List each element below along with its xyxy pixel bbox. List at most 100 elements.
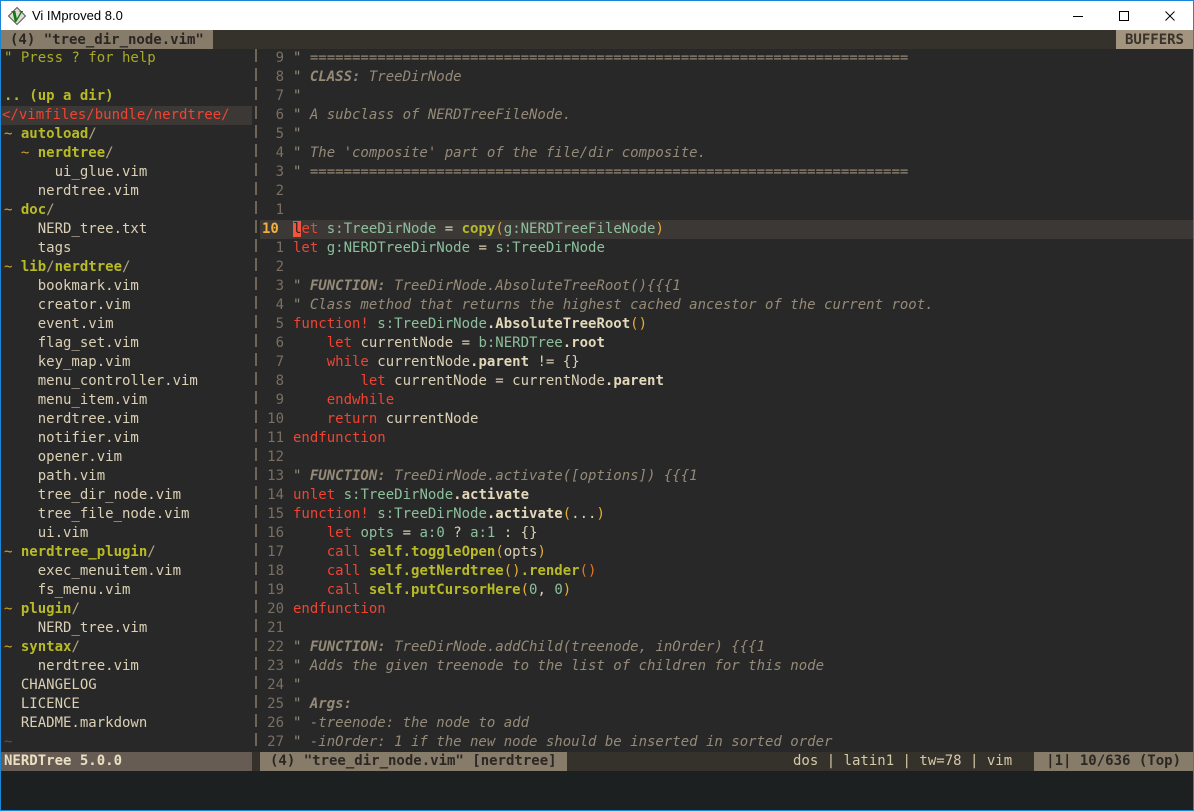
tree-node[interactable]: nerdtree.vim <box>1 410 252 429</box>
code-line[interactable]: 23" Adds the given treenode to the list … <box>260 657 1193 676</box>
code-line[interactable]: 2 <box>260 258 1193 277</box>
code-text: " -inOrder: 1 if the new node should be … <box>293 733 832 752</box>
code-line[interactable]: 20endfunction <box>260 600 1193 619</box>
code-line[interactable]: 3" =====================================… <box>260 163 1193 182</box>
line-number: 8 <box>260 68 293 87</box>
line-number: 7 <box>260 87 293 106</box>
maximize-button[interactable] <box>1101 1 1147 30</box>
code-line[interactable]: 5" <box>260 125 1193 144</box>
tree-node[interactable]: ~ nerdtree/ <box>1 144 252 163</box>
tree-node[interactable]: menu_item.vim <box>1 391 252 410</box>
code-line[interactable]: 24" <box>260 676 1193 695</box>
tree-node[interactable]: tree_file_node.vim <box>1 505 252 524</box>
tree-node[interactable]: LICENCE <box>1 695 252 714</box>
tree-node[interactable]: ~ syntax/ <box>1 638 252 657</box>
tree-node[interactable]: tree_dir_node.vim <box>1 486 252 505</box>
line-number: 4 <box>260 296 293 315</box>
tree-node[interactable]: nerdtree.vim <box>1 657 252 676</box>
line-number: 13 <box>260 467 293 486</box>
code-line[interactable]: 10 return currentNode <box>260 410 1193 429</box>
statusline-position: |1| 10/636 (Top) <box>1034 752 1193 771</box>
tree-node[interactable]: .. (up a dir) <box>1 87 252 106</box>
editor-buffer[interactable]: 9" =====================================… <box>260 49 1193 752</box>
tree-node[interactable]: exec_menuitem.vim <box>1 562 252 581</box>
tree-node[interactable]: notifier.vim <box>1 429 252 448</box>
tree-node[interactable]: ~ doc/ <box>1 201 252 220</box>
tree-node[interactable]: </vimfiles/bundle/nerdtree/ <box>1 106 252 125</box>
code-text: " -treenode: the node to add <box>293 714 529 733</box>
line-number: 9 <box>260 391 293 410</box>
line-number: 5 <box>260 125 293 144</box>
tree-node[interactable]: ~ <box>1 733 252 752</box>
code-line[interactable]: 1 <box>260 201 1193 220</box>
tree-node[interactable]: " Press ? for help <box>1 49 252 68</box>
code-line[interactable]: 7" <box>260 87 1193 106</box>
tree-node[interactable]: event.vim <box>1 315 252 334</box>
code-line[interactable]: 6 let currentNode = b:NERDTree.root <box>260 334 1193 353</box>
code-line[interactable]: 16 let opts = a:0 ? a:1 : {} <box>260 524 1193 543</box>
code-line[interactable]: 2 <box>260 182 1193 201</box>
tree-node[interactable]: creator.vim <box>1 296 252 315</box>
code-line[interactable]: 15function! s:TreeDirNode.activate(...) <box>260 505 1193 524</box>
tree-node[interactable]: menu_controller.vim <box>1 372 252 391</box>
tree-node[interactable]: key_map.vim <box>1 353 252 372</box>
code-line[interactable]: 9" =====================================… <box>260 49 1193 68</box>
code-line[interactable]: 13" FUNCTION: TreeDirNode.activate([opti… <box>260 467 1193 486</box>
code-line[interactable]: 21 <box>260 619 1193 638</box>
tree-node[interactable]: ~ nerdtree_plugin/ <box>1 543 252 562</box>
line-number: 24 <box>260 676 293 695</box>
code-line[interactable]: 19 call self.putCursorHere(0, 0) <box>260 581 1193 600</box>
statusline: NERDTree 5.0.0 (4) "tree_dir_node.vim" [… <box>1 752 1193 771</box>
window-split-separator[interactable] <box>252 49 260 752</box>
code-line[interactable]: 11endfunction <box>260 429 1193 448</box>
minimize-button[interactable] <box>1055 1 1101 30</box>
code-line[interactable]: 12 <box>260 448 1193 467</box>
tree-node[interactable]: opener.vim <box>1 448 252 467</box>
code-line[interactable]: 5function! s:TreeDirNode.AbsoluteTreeRoo… <box>260 315 1193 334</box>
code-line[interactable]: 4" The 'composite' part of the file/dir … <box>260 144 1193 163</box>
code-line[interactable]: 6" A subclass of NERDTreeFileNode. <box>260 106 1193 125</box>
tree-node[interactable]: path.vim <box>1 467 252 486</box>
tree-node[interactable]: README.markdown <box>1 714 252 733</box>
tree-node[interactable]: ui.vim <box>1 524 252 543</box>
code-line[interactable]: 4" Class method that returns the highest… <box>260 296 1193 315</box>
tree-node[interactable]: ~ lib/nerdtree/ <box>1 258 252 277</box>
tree-node[interactable]: bookmark.vim <box>1 277 252 296</box>
line-number: 1 <box>260 201 293 220</box>
tabline-fill <box>213 30 1116 49</box>
tab-tree-dir-node[interactable]: (4) "tree_dir_node.vim" <box>1 30 213 49</box>
code-line[interactable]: 14unlet s:TreeDirNode.activate <box>260 486 1193 505</box>
close-button[interactable] <box>1147 1 1193 30</box>
statusline-filename: (4) "tree_dir_node.vim" [nerdtree] <box>260 752 567 771</box>
code-line[interactable]: 7 while currentNode.parent != {} <box>260 353 1193 372</box>
line-number: 10 <box>260 220 293 239</box>
code-line[interactable]: 27" -inOrder: 1 if the new node should b… <box>260 733 1193 752</box>
command-line[interactable] <box>1 771 1193 810</box>
code-line[interactable]: 26" -treenode: the node to add <box>260 714 1193 733</box>
tree-node[interactable]: fs_menu.vim <box>1 581 252 600</box>
tree-node[interactable]: nerdtree.vim <box>1 182 252 201</box>
tree-node[interactable] <box>1 68 252 87</box>
tree-node[interactable]: ui_glue.vim <box>1 163 252 182</box>
code-text: function! s:TreeDirNode.AbsoluteTreeRoot… <box>293 315 647 334</box>
code-line[interactable]: 22" FUNCTION: TreeDirNode.addChild(treen… <box>260 638 1193 657</box>
code-line[interactable]: 17 call self.toggleOpen(opts) <box>260 543 1193 562</box>
code-line[interactable]: 25" Args: <box>260 695 1193 714</box>
code-text: call self.getNerdtree().render() <box>293 562 596 581</box>
tree-node[interactable]: NERD_tree.txt <box>1 220 252 239</box>
tree-node[interactable]: NERD_tree.vim <box>1 619 252 638</box>
code-text: return currentNode <box>293 410 478 429</box>
tree-node[interactable]: flag_set.vim <box>1 334 252 353</box>
tree-node[interactable]: tags <box>1 239 252 258</box>
code-line[interactable]: 8 let currentNode = currentNode.parent <box>260 372 1193 391</box>
code-line[interactable]: 3" FUNCTION: TreeDirNode.AbsoluteTreeRoo… <box>260 277 1193 296</box>
code-line[interactable]: 9 endwhile <box>260 391 1193 410</box>
code-line[interactable]: 18 call self.getNerdtree().render() <box>260 562 1193 581</box>
code-line[interactable]: 8" CLASS: TreeDirNode <box>260 68 1193 87</box>
code-line-current[interactable]: 10let s:TreeDirNode = copy(g:NERDTreeFil… <box>260 220 1193 239</box>
code-line[interactable]: 1let g:NERDTreeDirNode = s:TreeDirNode <box>260 239 1193 258</box>
tree-node[interactable]: ~ plugin/ <box>1 600 252 619</box>
tree-node[interactable]: ~ autoload/ <box>1 125 252 144</box>
line-number: 26 <box>260 714 293 733</box>
tree-node[interactable]: CHANGELOG <box>1 676 252 695</box>
